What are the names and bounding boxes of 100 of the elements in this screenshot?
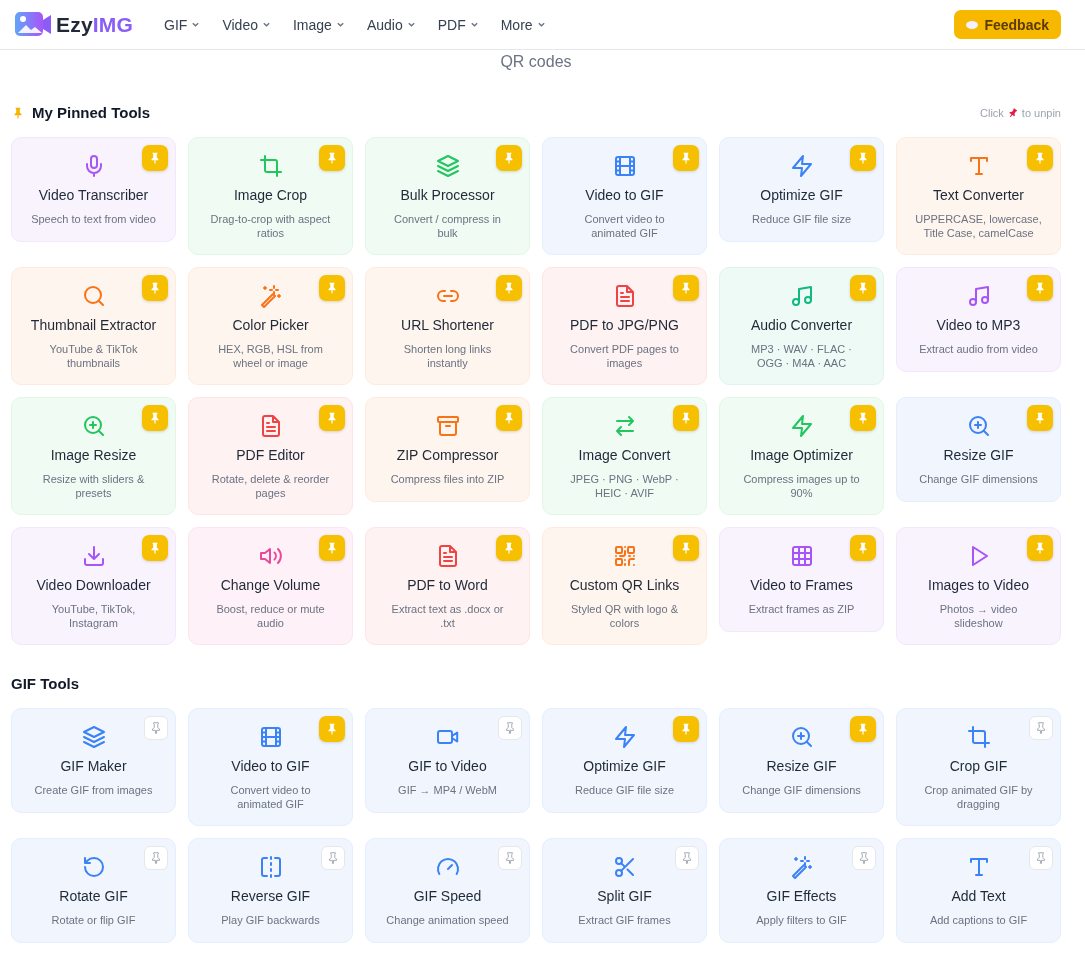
pin-icon: [1034, 851, 1048, 865]
tool-card[interactable]: Optimize GIF Reduce GIF file size: [542, 708, 707, 813]
chevron-down-icon: [406, 20, 416, 29]
pin-button[interactable]: [852, 846, 876, 870]
tool-card[interactable]: PDF to Word Extract text as .docx or .txt: [365, 527, 530, 645]
pin-button[interactable]: [850, 535, 876, 561]
speech-bubble-icon: [966, 20, 979, 29]
pin-button[interactable]: [142, 405, 168, 431]
tool-title: PDF to JPG/PNG: [569, 316, 680, 334]
pin-button[interactable]: [321, 846, 345, 870]
tool-card[interactable]: Bulk Processor Convert / compress in bulk: [365, 137, 530, 255]
tool-title: PDF Editor: [235, 446, 306, 464]
tool-card[interactable]: Video to Frames Extract frames as ZIP: [719, 527, 884, 632]
tool-card[interactable]: ZIP Compressor Compress files into ZIP: [365, 397, 530, 502]
tool-card[interactable]: Video to GIF Convert video to animated GIF: [188, 708, 353, 826]
tool-card[interactable]: Split GIF Extract GIF frames: [542, 838, 707, 943]
pin-button[interactable]: [496, 405, 522, 431]
pin-button[interactable]: [1027, 145, 1053, 171]
tool-card[interactable]: GIF Effects Apply filters to GIF: [719, 838, 884, 943]
logo-text[interactable]: EzyIMG: [56, 12, 134, 37]
tool-card[interactable]: URL Shortener Shorten long links instantly: [365, 267, 530, 385]
tool-description: HEX, RGB, HSL from wheel or image: [217, 342, 324, 370]
pin-button[interactable]: [850, 716, 876, 742]
pin-button[interactable]: [496, 275, 522, 301]
tool-card[interactable]: Images to Video Photos → video slideshow: [896, 527, 1061, 645]
pin-button[interactable]: [319, 535, 345, 561]
tool-card[interactable]: Thumbnail Extractor YouTube & TikTok thumbnails: [11, 267, 176, 385]
tool-card[interactable]: Resize GIF Change GIF dimensions: [896, 397, 1061, 502]
tool-title: Image Convert: [577, 446, 672, 464]
pin-button[interactable]: [144, 846, 168, 870]
pin-button[interactable]: [319, 716, 345, 742]
tool-card[interactable]: Text Converter UPPERCASE, lowercase, Title Case, camelCase: [896, 137, 1061, 255]
pin-button[interactable]: [142, 275, 168, 301]
tool-card[interactable]: Audio Converter MP3 · WAV · FLAC · OGG · M4A · AAC: [719, 267, 884, 385]
pin-button[interactable]: [673, 275, 699, 301]
tool-title: Rotate GIF: [58, 887, 129, 905]
nav-menu[interactable]: Audio: [355, 10, 427, 39]
pin-button[interactable]: [498, 846, 522, 870]
tool-description: Shorten long links instantly: [402, 342, 493, 370]
nav-menu[interactable]: GIF: [153, 10, 212, 39]
tool-title: Image Resize: [49, 446, 138, 464]
tool-card[interactable]: Image Convert JPEG · PNG · WebP · HEIC · AVIF: [542, 397, 707, 515]
tool-card[interactable]: Custom QR Links Styled QR with logo & colors: [542, 527, 707, 645]
tool-title: Optimize GIF: [759, 186, 844, 204]
tool-card[interactable]: Video Downloader YouTube, TikTok, Instagram: [11, 527, 176, 645]
pin-button[interactable]: [498, 716, 522, 740]
pin-button[interactable]: [319, 275, 345, 301]
pin-button[interactable]: [673, 716, 699, 742]
pin-button[interactable]: [496, 535, 522, 561]
tool-card[interactable]: PDF Editor Rotate, delete & reorder pages: [188, 397, 353, 515]
pin-button[interactable]: [319, 145, 345, 171]
nav-menu[interactable]: Video: [211, 10, 282, 39]
tool-title: ZIP Compressor: [395, 446, 500, 464]
pin-icon: [503, 851, 517, 865]
tool-card[interactable]: Image Optimizer Compress images up to 90%: [719, 397, 884, 515]
tool-card[interactable]: Video to GIF Convert video to animated GIF: [542, 137, 707, 255]
pin-button[interactable]: [850, 145, 876, 171]
tool-description: Extract frames as ZIP: [747, 602, 856, 616]
tool-card[interactable]: GIF Maker Create GIF from images: [11, 708, 176, 813]
tool-title: Images to Video: [927, 576, 1030, 594]
tool-card[interactable]: Reverse GIF Play GIF backwards: [188, 838, 353, 943]
tool-card[interactable]: Video to MP3 Extract audio from video: [896, 267, 1061, 372]
tool-card[interactable]: Add Text Add captions to GIF: [896, 838, 1061, 943]
tool-title: Reverse GIF: [229, 887, 312, 905]
pin-button[interactable]: [850, 405, 876, 431]
tool-card[interactable]: Color Picker HEX, RGB, HSL from wheel or image: [188, 267, 353, 385]
tool-description: Convert video to animated GIF: [583, 212, 666, 240]
pin-button[interactable]: [673, 145, 699, 171]
tool-card[interactable]: Crop GIF Crop animated GIF by dragging: [896, 708, 1061, 826]
tool-card[interactable]: Image Crop Drag-to-crop with aspect ratios: [188, 137, 353, 255]
tool-card[interactable]: Image Resize Resize with sliders & presets: [11, 397, 176, 515]
pin-button[interactable]: [142, 535, 168, 561]
pin-button[interactable]: [496, 145, 522, 171]
pin-button[interactable]: [1029, 716, 1053, 740]
tool-card[interactable]: Rotate GIF Rotate or flip GIF: [11, 838, 176, 943]
tool-card[interactable]: Video Transcriber Speech to text from video: [11, 137, 176, 242]
pin-button[interactable]: [675, 846, 699, 870]
nav-menu[interactable]: PDF: [426, 10, 490, 39]
pin-button[interactable]: [673, 405, 699, 431]
tool-card[interactable]: Change Volume Boost, reduce or mute audio: [188, 527, 353, 645]
pin-button[interactable]: [673, 535, 699, 561]
pin-button[interactable]: [1029, 846, 1053, 870]
hint-text: to unpin: [1021, 106, 1061, 119]
pin-button[interactable]: [319, 405, 345, 431]
nav-menu[interactable]: More: [489, 10, 557, 39]
pin-button[interactable]: [1027, 535, 1053, 561]
tool-card[interactable]: Optimize GIF Reduce GIF file size: [719, 137, 884, 242]
pin-button[interactable]: [1027, 275, 1053, 301]
chevron-down-icon: [469, 20, 479, 29]
tool-card[interactable]: GIF to Video GIF → MP4 / WebM: [365, 708, 530, 813]
tool-card[interactable]: PDF to JPG/PNG Convert PDF pages to images: [542, 267, 707, 385]
tool-card[interactable]: GIF Speed Change animation speed: [365, 838, 530, 943]
pin-button[interactable]: [850, 275, 876, 301]
pin-button[interactable]: [144, 716, 168, 740]
tool-description: Create GIF from images: [33, 783, 154, 797]
pin-button[interactable]: [142, 145, 168, 171]
feedback-button[interactable]: Feedback: [954, 10, 1061, 39]
pin-button[interactable]: [1027, 405, 1053, 431]
nav-menu[interactable]: Image: [281, 10, 356, 39]
tool-card[interactable]: Resize GIF Change GIF dimensions: [719, 708, 884, 813]
